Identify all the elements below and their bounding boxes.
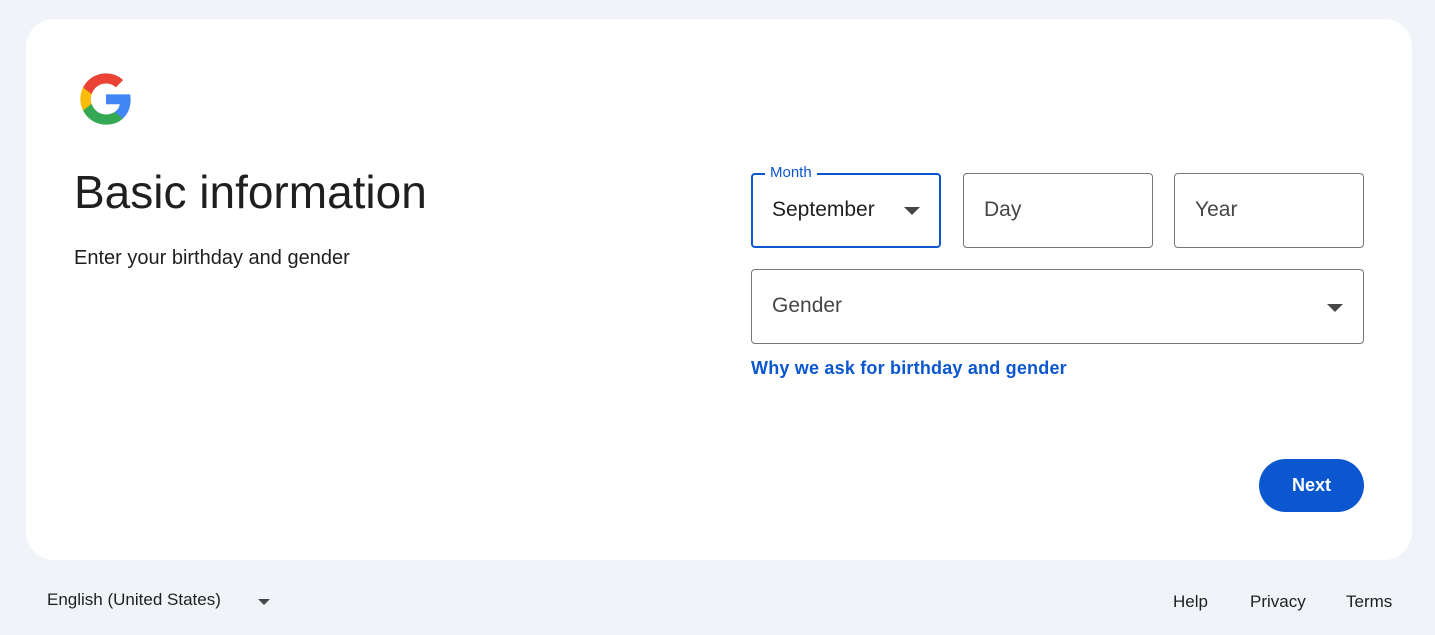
chevron-down-icon bbox=[904, 207, 920, 215]
help-link[interactable]: Help bbox=[1173, 592, 1208, 612]
day-placeholder: Day bbox=[984, 198, 1022, 221]
google-g-logo-icon bbox=[80, 73, 131, 125]
chevron-down-icon bbox=[1327, 304, 1343, 312]
chevron-down-icon bbox=[258, 599, 270, 605]
gender-select[interactable]: Gender bbox=[751, 269, 1364, 344]
month-select[interactable]: Month September bbox=[751, 164, 941, 248]
day-input[interactable]: Day bbox=[963, 173, 1153, 248]
month-value: September bbox=[772, 198, 875, 221]
signup-card: Basic information Enter your birthday an… bbox=[26, 19, 1412, 560]
language-select[interactable]: English (United States) bbox=[47, 590, 277, 614]
why-we-ask-link[interactable]: Why we ask for birthday and gender bbox=[751, 358, 1067, 379]
terms-link[interactable]: Terms bbox=[1346, 592, 1392, 612]
gender-placeholder: Gender bbox=[772, 294, 843, 317]
month-label: Month bbox=[765, 164, 817, 181]
privacy-link[interactable]: Privacy bbox=[1250, 592, 1306, 612]
page-title: Basic information bbox=[74, 166, 427, 218]
page-subtitle: Enter your birthday and gender bbox=[74, 247, 350, 269]
year-input[interactable]: Year bbox=[1174, 173, 1364, 248]
next-button[interactable]: Next bbox=[1259, 459, 1364, 512]
language-value: English (United States) bbox=[47, 590, 221, 609]
year-placeholder: Year bbox=[1195, 198, 1238, 221]
